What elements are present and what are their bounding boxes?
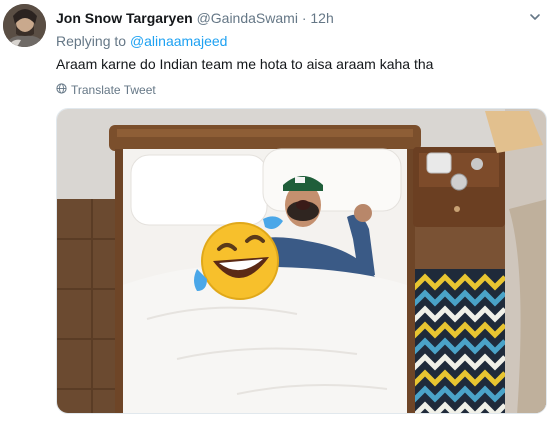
- translate-tweet-link[interactable]: Translate Tweet: [56, 83, 156, 97]
- tweet-text: Araam karne do Indian team me hota to ai…: [56, 56, 434, 72]
- replying-to-line: Replying to @alinaamajeed: [56, 32, 227, 50]
- globe-icon: [56, 83, 67, 97]
- user-handle[interactable]: @GaindaSwami: [197, 10, 298, 26]
- timestamp[interactable]: 12h: [310, 10, 333, 26]
- replying-to-link[interactable]: @alinaamajeed: [130, 33, 228, 49]
- separator-dot: ·: [301, 10, 307, 26]
- tweet-header: Jon Snow Targaryen @GaindaSwami · 12h: [56, 9, 334, 27]
- tweet-media-image[interactable]: [56, 108, 547, 414]
- avatar[interactable]: [3, 4, 46, 47]
- tweet[interactable]: Jon Snow Targaryen @GaindaSwami · 12h Re…: [0, 0, 555, 421]
- display-name[interactable]: Jon Snow Targaryen: [56, 10, 193, 26]
- replying-prefix: Replying to: [56, 33, 127, 49]
- translate-label: Translate Tweet: [71, 83, 156, 97]
- chevron-down-icon[interactable]: [529, 10, 541, 22]
